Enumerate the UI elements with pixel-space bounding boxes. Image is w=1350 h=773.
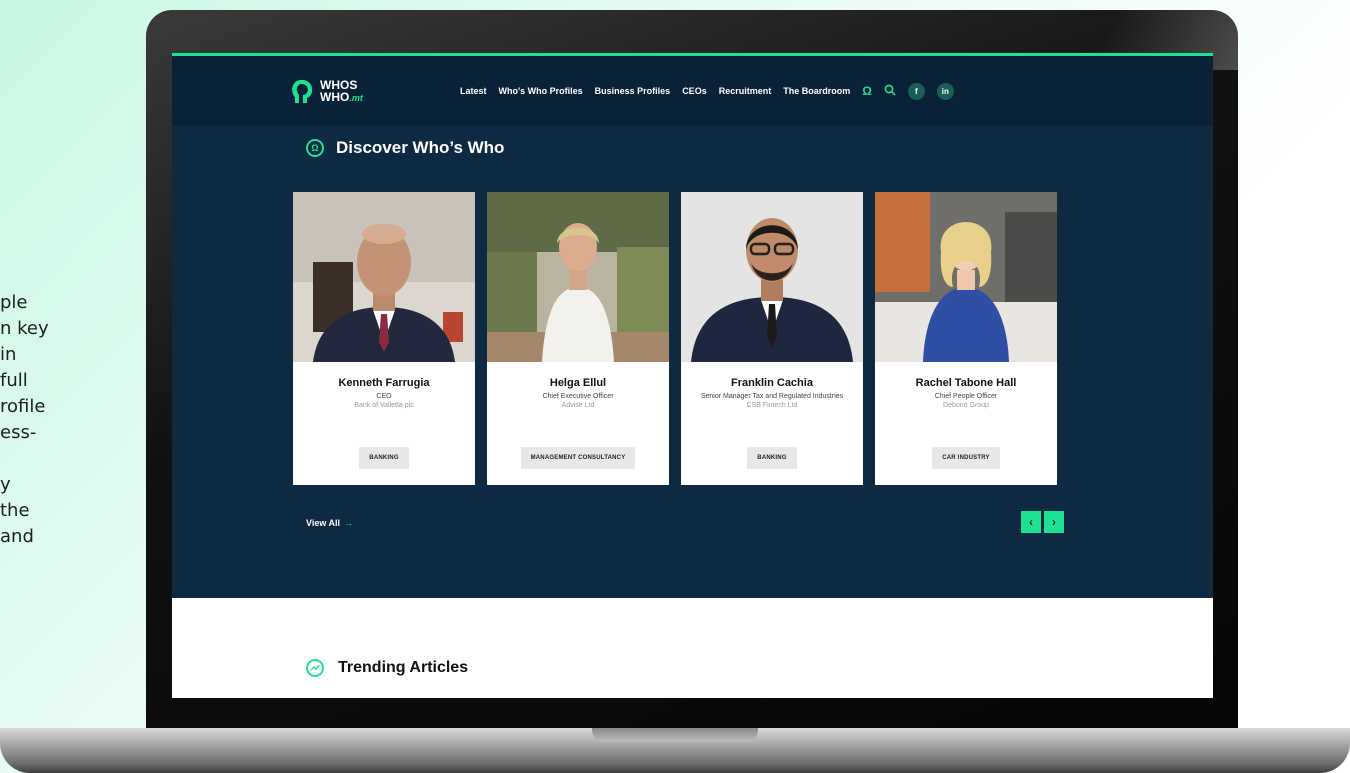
nav-recruitment[interactable]: Recruitment bbox=[719, 86, 772, 96]
logo-text: WHOS WHO.mt bbox=[320, 79, 363, 104]
laptop-notch bbox=[592, 728, 758, 742]
carousel-next-button[interactable]: › bbox=[1044, 511, 1064, 533]
profile-role: CEO bbox=[376, 393, 392, 400]
search-icon[interactable] bbox=[884, 84, 896, 99]
nav-ceos[interactable]: CEOs bbox=[682, 86, 707, 96]
arrow-right-icon: → bbox=[344, 518, 354, 528]
profile-role: Chief Executive Officer bbox=[542, 393, 614, 400]
discover-title: Discover Who’s Who bbox=[336, 138, 505, 157]
side-line: ess- bbox=[0, 422, 37, 443]
side-line: full bbox=[0, 370, 28, 391]
side-line: in bbox=[0, 344, 17, 365]
site-header: WHOS WHO.mt Latest Who's Who Profiles Bu… bbox=[172, 56, 1213, 126]
site-logo[interactable]: WHOS WHO.mt bbox=[290, 77, 460, 105]
side-line: rofile bbox=[0, 396, 46, 417]
trending-section bbox=[172, 598, 1213, 698]
profile-role: Senior Manager Tax and Regulated Industr… bbox=[700, 393, 844, 400]
profile-photo bbox=[293, 192, 475, 362]
industry-tag[interactable]: BANKING bbox=[359, 447, 409, 469]
industry-tag[interactable]: MANAGEMENT CONSULTANCY bbox=[520, 447, 636, 469]
industry-tag[interactable]: CAR INDUSTRY bbox=[932, 447, 1000, 469]
profile-photo bbox=[875, 192, 1057, 362]
side-line: y bbox=[0, 474, 11, 495]
side-line: ple bbox=[0, 292, 28, 313]
whoswho-logo-icon[interactable]: Ω bbox=[862, 84, 872, 98]
view-all-label: View All bbox=[306, 518, 341, 528]
view-all-link[interactable]: View All → bbox=[306, 518, 353, 528]
background-side-text: ple n key in full rofile ess- y the and bbox=[0, 290, 170, 550]
profile-card[interactable]: Franklin Cachia Senior Manager Tax and R… bbox=[681, 192, 863, 485]
profile-photo bbox=[487, 192, 669, 362]
whoswho-circle-icon: Ω bbox=[306, 139, 324, 157]
profile-name: Helga Ellul bbox=[549, 377, 607, 389]
industry-tag[interactable]: BANKING bbox=[747, 447, 797, 469]
profile-company: Debono Group bbox=[943, 402, 989, 409]
trending-up-icon bbox=[306, 659, 324, 677]
profile-cards: Kenneth Farrugia CEO Bank of Valletta pl… bbox=[293, 192, 1057, 485]
nav-the-boardroom[interactable]: The Boardroom bbox=[783, 86, 850, 96]
side-line: the bbox=[0, 500, 30, 521]
linkedin-icon[interactable]: in bbox=[936, 82, 954, 100]
profile-role: Chief People Officer bbox=[934, 393, 998, 400]
side-line: and bbox=[0, 526, 34, 547]
nav-whos-who-profiles[interactable]: Who's Who Profiles bbox=[499, 86, 583, 96]
side-line: n key bbox=[0, 318, 49, 339]
profile-card[interactable]: Kenneth Farrugia CEO Bank of Valletta pl… bbox=[293, 192, 475, 485]
facebook-icon[interactable]: f bbox=[907, 82, 925, 100]
carousel-pager: ‹ › bbox=[1021, 511, 1064, 533]
logo-mark-icon bbox=[290, 77, 316, 105]
nav-business-profiles[interactable]: Business Profiles bbox=[595, 86, 671, 96]
profile-company: CSB Fintech Ltd bbox=[746, 402, 798, 409]
nav-latest[interactable]: Latest bbox=[460, 86, 487, 96]
profile-company: Advise Ltd bbox=[561, 402, 595, 409]
profile-name: Rachel Tabone Hall bbox=[915, 377, 1017, 389]
logo-line2: WHO bbox=[320, 89, 350, 104]
profile-name: Kenneth Farrugia bbox=[338, 377, 430, 389]
website-screen: WHOS WHO.mt Latest Who's Who Profiles Bu… bbox=[172, 53, 1213, 698]
logo-suffix: .mt bbox=[349, 92, 363, 103]
carousel-prev-button[interactable]: ‹ bbox=[1021, 511, 1041, 533]
trending-title: Trending Articles bbox=[338, 659, 469, 676]
discover-section-header: Ω Discover Who’s Who bbox=[306, 138, 504, 158]
side-line bbox=[0, 446, 150, 472]
profile-name: Franklin Cachia bbox=[731, 377, 813, 389]
trending-section-header: Trending Articles bbox=[306, 659, 468, 677]
profile-company: Bank of Valletta plc bbox=[354, 402, 414, 409]
profile-photo bbox=[681, 192, 863, 362]
profile-card[interactable]: Rachel Tabone Hall Chief People Officer … bbox=[875, 192, 1057, 485]
profile-card[interactable]: Helga Ellul Chief Executive Officer Advi… bbox=[487, 192, 669, 485]
main-nav: Latest Who's Who Profiles Business Profi… bbox=[460, 82, 954, 100]
